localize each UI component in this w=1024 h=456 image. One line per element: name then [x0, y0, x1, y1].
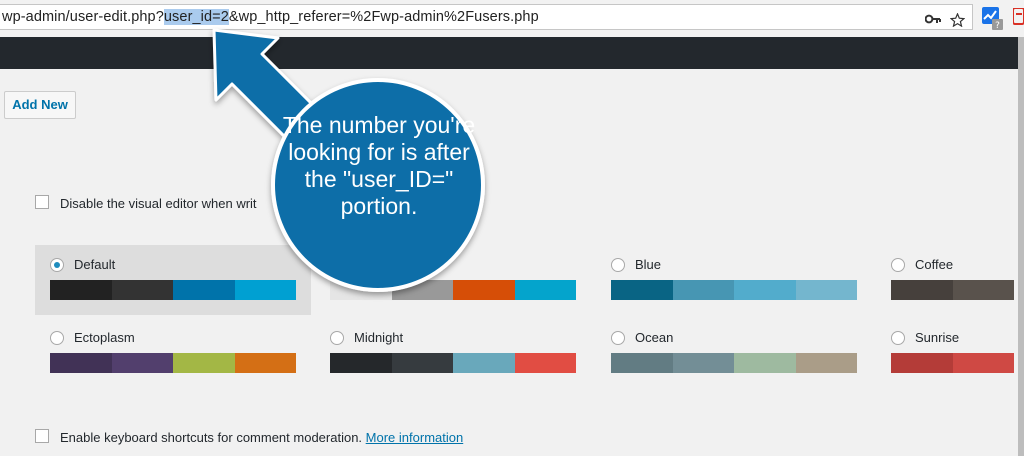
- annotation-text: The number you're looking for is after t…: [282, 112, 476, 219]
- annotation-callout: [212, 28, 485, 292]
